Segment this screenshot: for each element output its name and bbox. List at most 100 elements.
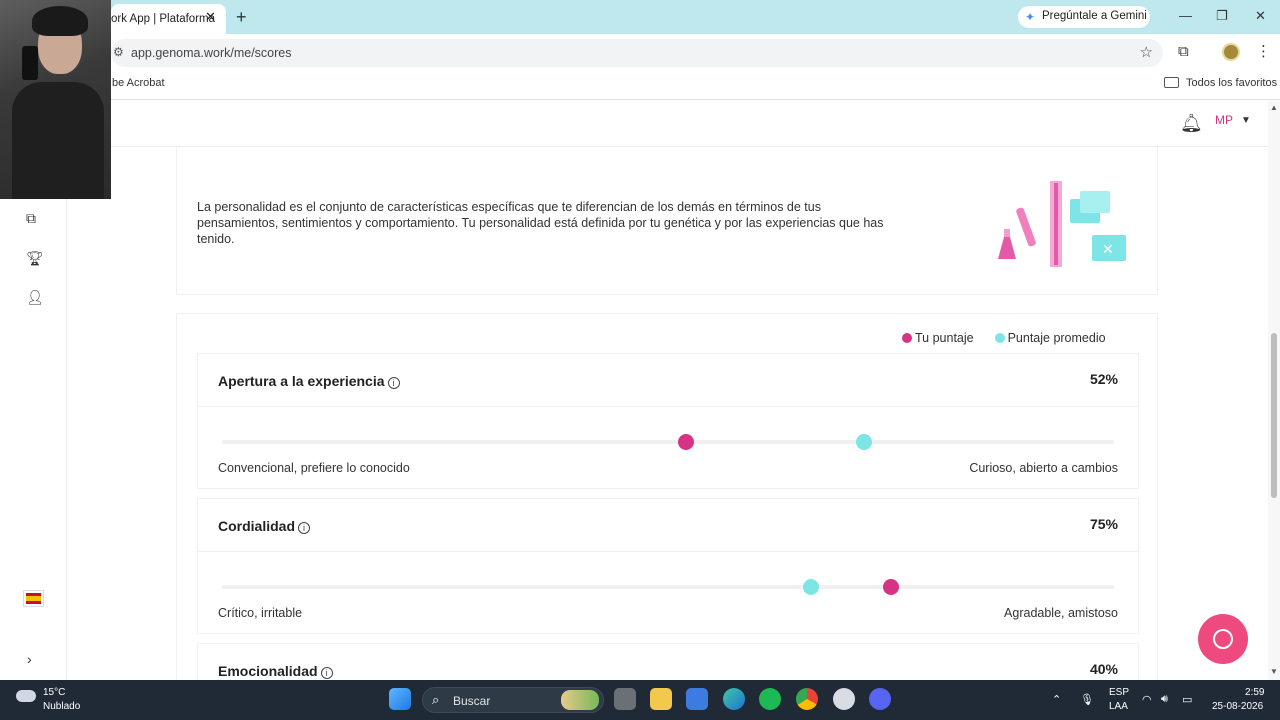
trait-card-cordialidad: Cordialidad i 75% Crítico, irritable Agra…: [197, 498, 1139, 634]
url-text[interactable]: app.genoma.work/me/scores: [131, 46, 292, 60]
notification-bell-icon[interactable]: 🔔︎: [1180, 113, 1203, 134]
address-bar: ⚙ app.genoma.work/me/scores ☆ ⧉ ⋮: [0, 34, 1280, 72]
user-icon[interactable]: 👤︎: [26, 289, 44, 306]
intro-card: La personalidad es el conjunto de caract…: [176, 147, 1158, 295]
trait-header: Cordialidad i 75%: [198, 499, 1138, 552]
copy-icon[interactable]: ⧉: [26, 210, 36, 227]
svg-text:✕: ✕: [1102, 242, 1114, 258]
new-tab-button[interactable]: +: [236, 7, 247, 28]
windows-start-icon[interactable]: [389, 688, 411, 710]
task-view-icon[interactable]: [614, 688, 636, 710]
wifi-icon[interactable]: ◠: [1142, 693, 1152, 706]
scroll-down-icon[interactable]: ▼: [1270, 667, 1278, 676]
chevron-down-icon[interactable]: ▼: [1241, 115, 1251, 126]
taskbar-search[interactable]: ⌕ Buscar: [422, 687, 604, 713]
search-icon: ⌕: [432, 692, 440, 707]
windows-taskbar: 15°C Nublado ⌕ Buscar ⌃ 🎙︎ ESP LAA ◠ 🔊︎ …: [0, 680, 1280, 720]
scores-card: Tu puntaje Puntaje promedio Apertura a l…: [176, 313, 1158, 703]
info-icon[interactable]: i: [387, 377, 400, 389]
tab-title: ork App | Plataforma: [111, 13, 215, 25]
trait-name-text: Emocionalidad: [218, 663, 318, 679]
minimize-icon[interactable]: —: [1179, 8, 1192, 23]
browser-tab-bar: ork App | Plataforma ✕ + ✦ Pregúntale a …: [0, 0, 1280, 34]
user-score-dot: [883, 579, 899, 595]
trophy-icon[interactable]: 🏆︎: [26, 250, 44, 267]
average-score-dot: [856, 434, 873, 450]
score-track: [222, 579, 1114, 595]
chevron-up-icon[interactable]: ⌃: [1052, 693, 1061, 706]
volume-icon[interactable]: 🔊︎: [1161, 693, 1168, 706]
chrome-icon[interactable]: [796, 688, 818, 710]
clock-time[interactable]: 2:59: [1245, 687, 1264, 698]
score-track: [222, 434, 1114, 450]
input-language[interactable]: ESP: [1109, 687, 1129, 698]
weather-description[interactable]: Nublado: [43, 701, 80, 712]
sidebar: ⧉ 🏆︎ 👤︎ ›: [0, 199, 67, 680]
trait-title: Cordialidad i: [218, 518, 311, 534]
scale-right-label: Agradable, amistoso: [1004, 606, 1118, 620]
spain-flag-icon[interactable]: [24, 591, 43, 606]
legend-avg-label: Puntaje promedio: [1007, 331, 1106, 345]
info-icon[interactable]: i: [320, 667, 333, 679]
scale-right-label: Curioso, abierto a cambios: [969, 461, 1118, 475]
user-avatar[interactable]: MP: [1215, 113, 1233, 127]
trait-title: Emocionalidad i: [218, 663, 333, 679]
chat-support-button[interactable]: [1198, 614, 1248, 664]
gemini-sparkle-icon: ✦: [1025, 10, 1036, 24]
file-explorer-icon[interactable]: [650, 688, 672, 710]
trait-name-text: Apertura a la experiencia: [218, 373, 385, 389]
chevron-right-icon[interactable]: ›: [27, 651, 32, 667]
browser-menu-icon[interactable]: ⋮: [1256, 42, 1271, 60]
spotify-icon[interactable]: [759, 688, 781, 710]
microphone-icon[interactable]: 🎙︎: [1080, 693, 1094, 706]
cloud-icon[interactable]: [16, 690, 36, 702]
chat-bubble-icon: [1213, 629, 1233, 649]
info-icon[interactable]: i: [298, 522, 311, 534]
site-settings-icon[interactable]: ⚙: [113, 45, 124, 59]
trait-percent: 40%: [1089, 661, 1118, 677]
gemini-label: Pregúntale a Gemini: [1042, 10, 1147, 22]
profile-avatar[interactable]: [1222, 43, 1240, 61]
bookmark-star-icon[interactable]: ☆: [1140, 43, 1153, 61]
folder-icon: [1164, 77, 1179, 88]
webcam-overlay: [0, 0, 111, 199]
extensions-icon[interactable]: ⧉: [1178, 43, 1189, 60]
app-header: 🔔︎ MP ▼: [67, 101, 1268, 147]
battery-icon[interactable]: ▭: [1182, 693, 1192, 706]
store-icon[interactable]: [686, 688, 708, 710]
discord-icon[interactable]: [869, 688, 891, 710]
avg-score-legend-dot: [994, 333, 1005, 343]
personality-description: La personalidad es el conjunto de caract…: [197, 200, 884, 246]
page-scrollbar[interactable]: ▲ ▼: [1268, 101, 1280, 680]
score-legend: Tu puntaje Puntaje promedio: [902, 331, 1106, 345]
main-content: La personalidad es el conjunto de caract…: [111, 147, 1268, 703]
all-bookmarks[interactable]: Todos los favoritos: [1186, 77, 1277, 89]
gemini-button[interactable]: ✦ Pregúntale a Gemini: [1018, 6, 1150, 28]
keyboard-layout[interactable]: LAA: [1109, 701, 1128, 712]
scale-left-label: Convencional, prefiere lo conocido: [218, 461, 410, 475]
close-window-icon[interactable]: ✕: [1255, 8, 1266, 24]
user-score-dot: [677, 434, 694, 450]
edge-icon[interactable]: [723, 688, 745, 710]
search-placeholder: Buscar: [453, 694, 491, 708]
restore-icon[interactable]: ❐: [1216, 8, 1228, 24]
scale-left-label: Crítico, irritable: [218, 606, 303, 620]
omnibox[interactable]: ⚙ app.genoma.work/me/scores ☆: [111, 39, 1163, 67]
trait-title: Apertura a la experiencia i: [218, 373, 400, 389]
scroll-thumb[interactable]: [1271, 333, 1277, 498]
legend-user-label: Tu puntaje: [915, 331, 974, 345]
trait-card-apertura: Apertura a la experiencia i 52% Convencio…: [197, 353, 1139, 489]
obs-icon[interactable]: [833, 688, 855, 710]
trait-name-text: Cordialidad: [218, 518, 296, 534]
bookmarks-bar: be Acrobat Todos los favoritos: [0, 72, 1280, 100]
tab-close-icon[interactable]: ✕: [205, 9, 216, 25]
clock-date[interactable]: 25-08-2026: [1212, 701, 1263, 712]
lab-illustration: ✕: [998, 181, 1126, 267]
weather-temperature[interactable]: 15°C: [43, 687, 65, 698]
bookmark-acrobat[interactable]: be Acrobat: [112, 77, 165, 89]
average-score-dot: [802, 579, 819, 595]
scroll-up-icon[interactable]: ▲: [1270, 103, 1278, 112]
webcam-person-body: [12, 82, 104, 199]
trait-percent: 52%: [1089, 371, 1118, 387]
webcam-phone: [22, 46, 38, 80]
